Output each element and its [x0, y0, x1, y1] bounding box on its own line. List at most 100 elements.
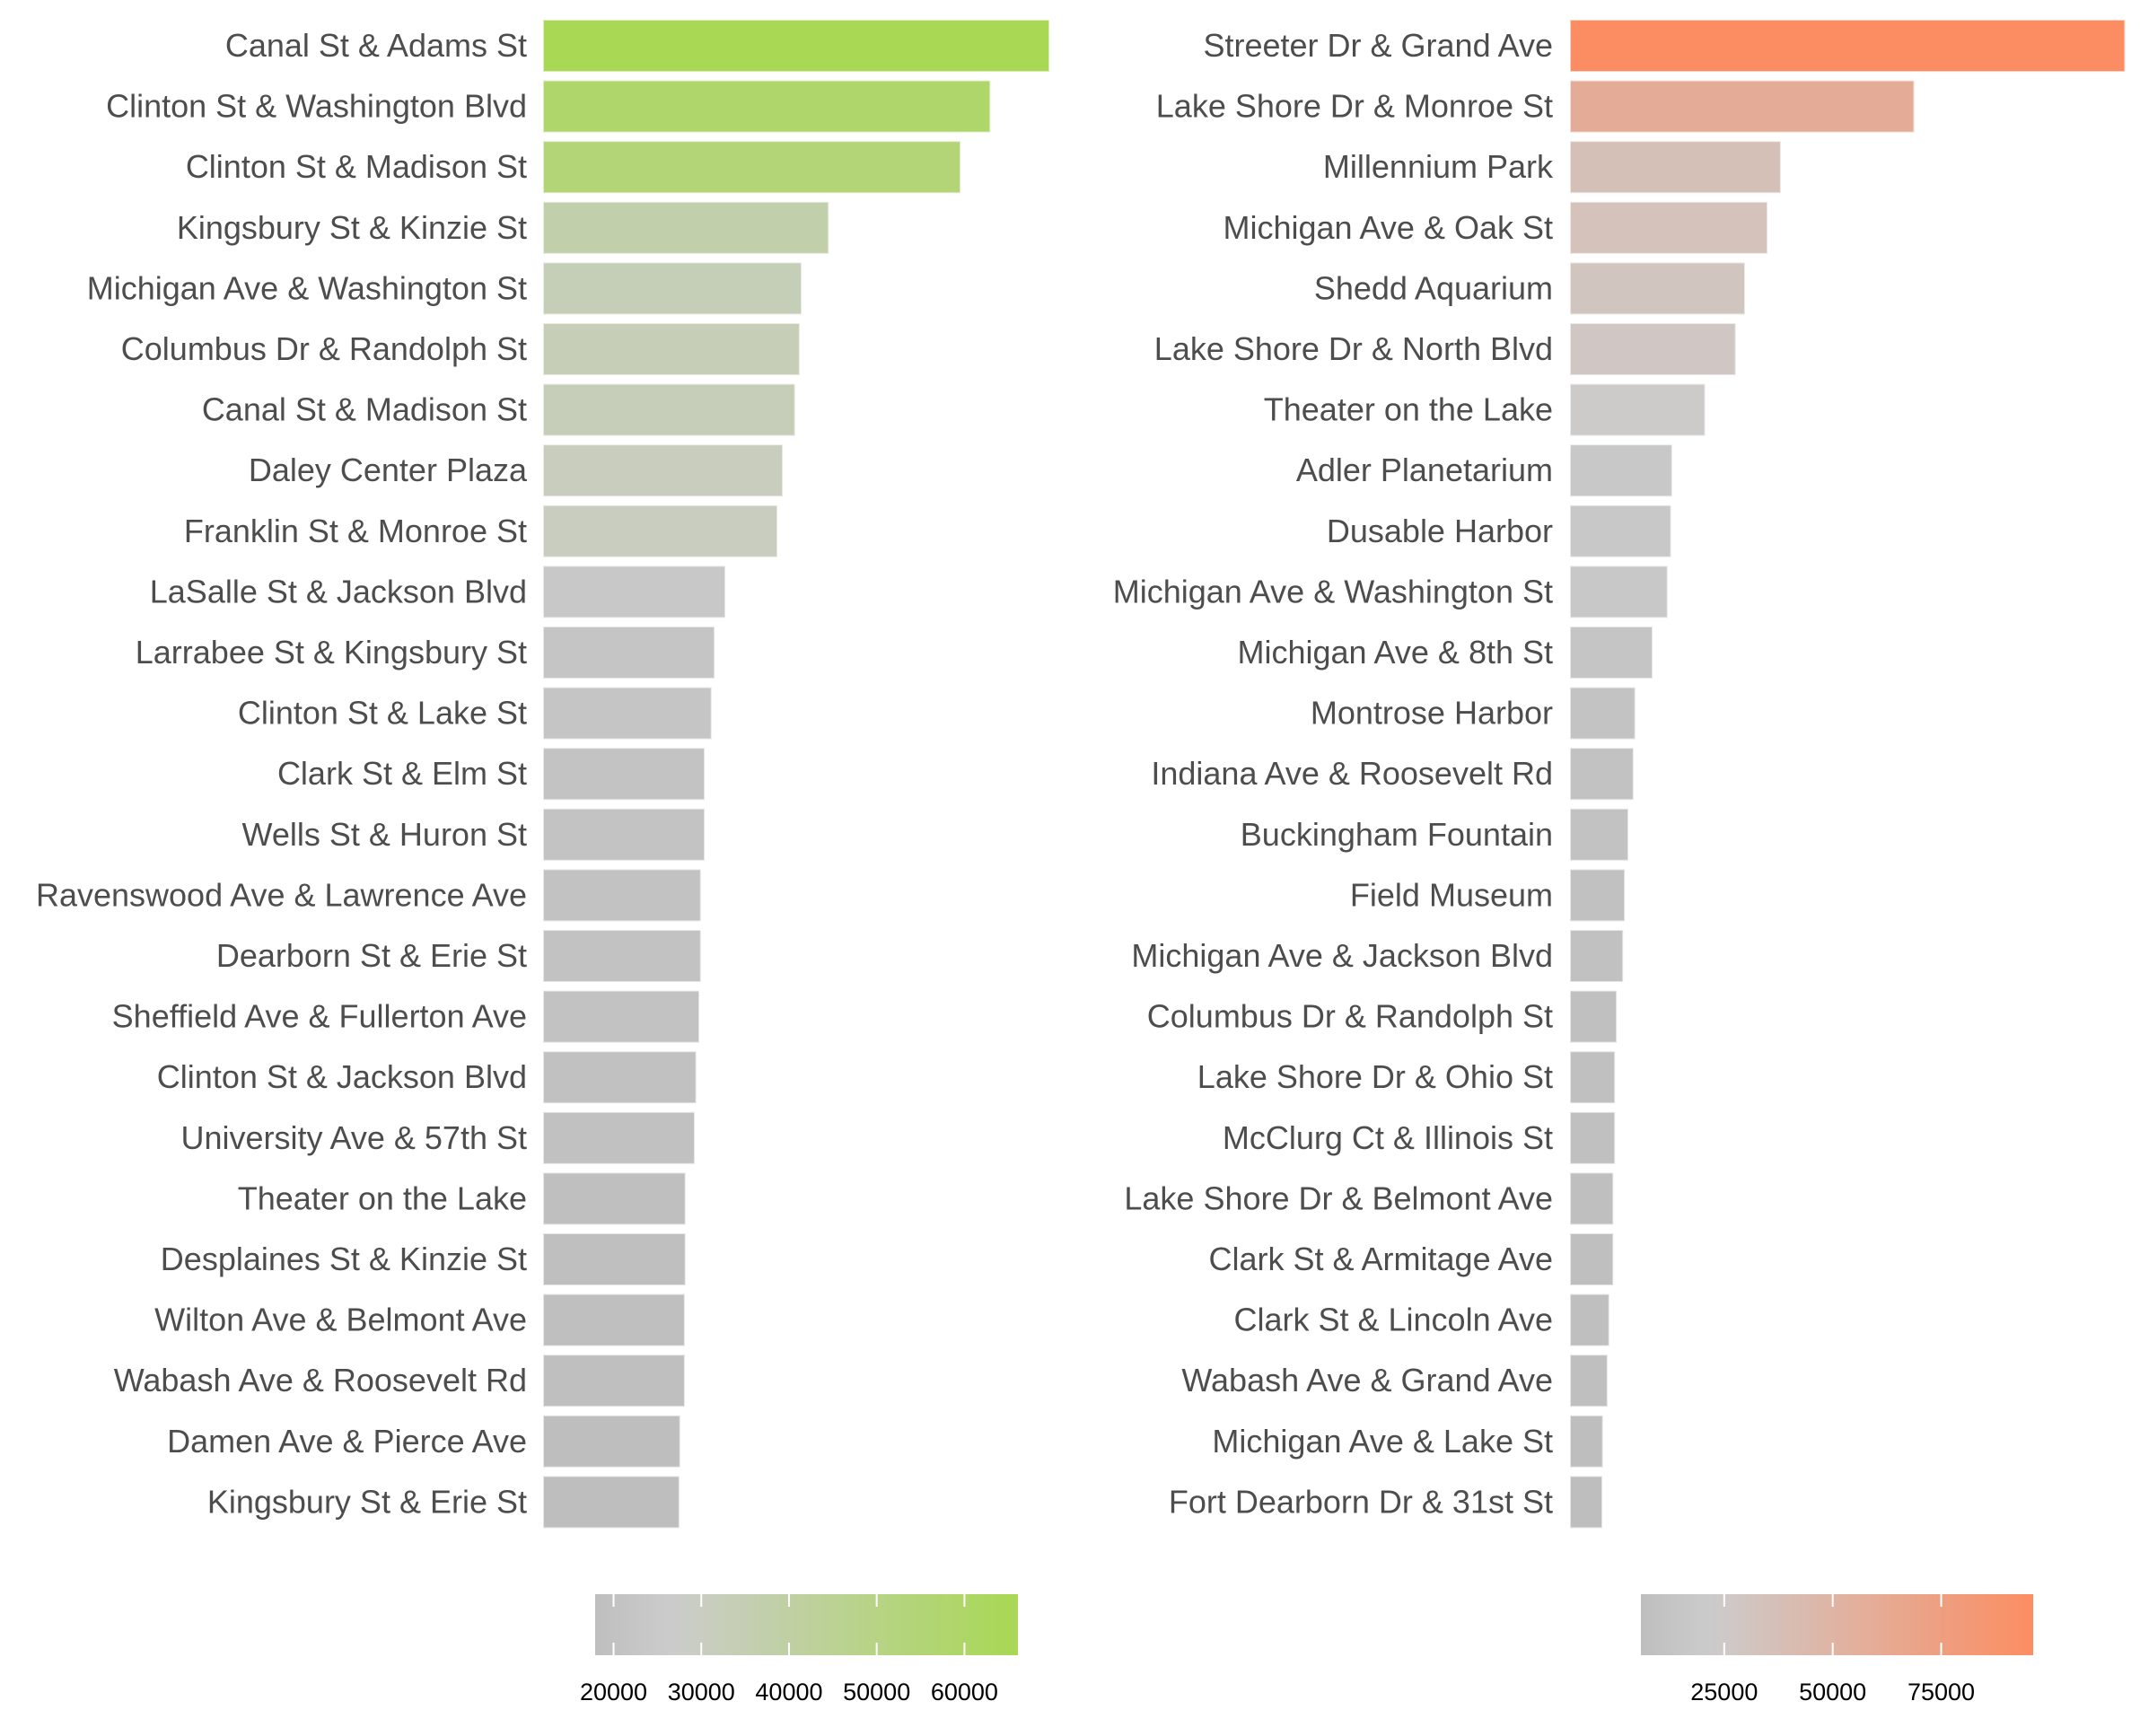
category-label: Columbus Dr & Randolph St	[1147, 998, 1553, 1035]
bar	[1569, 382, 1706, 437]
bar	[542, 626, 716, 679]
category-label: Michigan Ave & Lake St	[1212, 1423, 1553, 1460]
bar	[542, 989, 701, 1044]
colorbar-legend: 20000 30000 40000 50000 60000	[580, 1594, 1018, 1705]
bar	[542, 382, 796, 437]
category-label: Fort Dearborn Dr & 31st St	[1169, 1483, 1553, 1520]
bar	[542, 322, 801, 376]
category-label: Michigan Ave & 8th St	[1237, 634, 1553, 671]
bar	[542, 1475, 680, 1530]
left-bar-chart: Canal St & Adams St Clinton St & Washingt…	[36, 19, 1050, 1705]
category-label: Buckingham Fountain	[1241, 816, 1553, 853]
station-ranking-charts: Canal St & Adams St Clinton St & Washingt…	[36, 19, 2127, 1705]
colorbar-legend: 25000 50000 75000	[1641, 1594, 2033, 1705]
category-label: Michigan Ave & Oak St	[1223, 209, 1553, 246]
category-label: University Ave & 57th St	[180, 1119, 527, 1156]
category-label: Shedd Aquarium	[1314, 269, 1553, 306]
bar	[1569, 443, 1673, 498]
category-label: Streeter Dr & Grand Ave	[1203, 27, 1553, 64]
category-label: Clinton St & Washington Blvd	[106, 88, 527, 125]
bar	[542, 686, 713, 741]
category-label: LaSalle St & Jackson Blvd	[150, 573, 527, 609]
category-label: Montrose Harbor	[1311, 695, 1553, 732]
bar	[542, 565, 727, 619]
bar	[542, 929, 702, 983]
category-label: Michigan Ave & Washington St	[1113, 573, 1553, 609]
bar	[1569, 1293, 1610, 1347]
category-label: Damen Ave & Pierce Ave	[167, 1423, 527, 1460]
category-label: Lake Shore Dr & Ohio St	[1197, 1058, 1553, 1095]
colorbar	[595, 1594, 1018, 1655]
bar	[542, 1171, 687, 1226]
bar	[542, 200, 830, 255]
bar	[1569, 565, 1669, 619]
bar	[542, 1293, 686, 1347]
category-label: Theater on the Lake	[238, 1179, 527, 1216]
colorbar-tick-label: 50000	[1799, 1679, 1866, 1705]
bar	[1569, 1414, 1604, 1469]
category-label: Wilton Ave & Belmont Ave	[154, 1302, 527, 1338]
category-label: Lake Shore Dr & North Blvd	[1154, 330, 1553, 367]
colorbar-tick-label: 60000	[931, 1679, 998, 1705]
bar	[1569, 1232, 1615, 1286]
category-label: Columbus Dr & Randolph St	[121, 330, 527, 367]
bar	[1569, 200, 1769, 255]
colorbar-tick-label: 50000	[843, 1679, 910, 1705]
colorbar-tick-label: 75000	[1908, 1679, 1975, 1705]
category-label: Clark St & Elm St	[277, 755, 527, 792]
bar	[1569, 807, 1629, 862]
category-label: Clark St & Armitage Ave	[1208, 1241, 1553, 1277]
bar	[542, 443, 785, 498]
category-label: Clinton St & Lake St	[238, 695, 527, 732]
bar	[542, 140, 962, 195]
bar	[542, 868, 702, 923]
category-label: Clinton St & Jackson Blvd	[157, 1058, 527, 1095]
category-label: Canal St & Madison St	[202, 391, 527, 428]
category-label: Ravenswood Ave & Lawrence Ave	[36, 876, 527, 913]
bar	[542, 1050, 697, 1105]
colorbar-tick-label: 20000	[580, 1679, 647, 1705]
category-label: Lake Shore Dr & Belmont Ave	[1124, 1179, 1553, 1216]
category-label: Adler Planetarium	[1296, 452, 1553, 488]
category-label: Kingsbury St & Erie St	[207, 1483, 527, 1520]
bar	[1569, 1050, 1617, 1105]
category-label: Michigan Ave & Jackson Blvd	[1131, 937, 1553, 974]
colorbar	[1641, 1594, 2033, 1655]
bar	[1569, 79, 1916, 134]
category-label: McClurg Ct & Illinois St	[1223, 1119, 1553, 1156]
category-label: Michigan Ave & Washington St	[87, 269, 527, 306]
bar	[542, 1232, 687, 1286]
bar	[1569, 989, 1618, 1044]
category-label: Millennium Park	[1323, 148, 1554, 185]
category-label: Desplaines St & Kinzie St	[161, 1241, 527, 1277]
category-label: Canal St & Adams St	[225, 27, 527, 64]
bar	[542, 79, 992, 134]
category-label: Theater on the Lake	[1264, 391, 1553, 428]
category-label: Sheffield Ave & Fullerton Ave	[112, 998, 527, 1035]
bar	[1569, 929, 1625, 983]
bar	[542, 1110, 696, 1165]
category-label: Dusable Harbor	[1327, 513, 1553, 549]
category-label: Larrabee St & Kingsbury St	[136, 634, 527, 671]
bar	[542, 747, 706, 802]
category-label: Wabash Ave & Grand Ave	[1181, 1362, 1553, 1398]
bar	[542, 261, 802, 316]
bar	[542, 19, 1050, 73]
category-label: Field Museum	[1350, 876, 1553, 913]
category-label: Clinton St & Madison St	[186, 148, 527, 185]
bar	[1569, 626, 1654, 679]
bar	[542, 504, 779, 558]
bar	[542, 807, 706, 862]
bar	[1569, 19, 2127, 73]
bar	[1569, 1354, 1609, 1408]
category-label: Lake Shore Dr & Monroe St	[1156, 88, 1553, 125]
category-label: Wells St & Huron St	[242, 816, 527, 853]
bar	[1569, 140, 1782, 195]
bar	[1569, 1171, 1615, 1226]
bar	[542, 1354, 686, 1408]
colorbar-tick-label: 25000	[1690, 1679, 1758, 1705]
bar	[542, 1414, 681, 1469]
category-label: Kingsbury St & Kinzie St	[177, 209, 527, 246]
colorbar-tick-label: 30000	[668, 1679, 735, 1705]
bar	[1569, 747, 1635, 802]
